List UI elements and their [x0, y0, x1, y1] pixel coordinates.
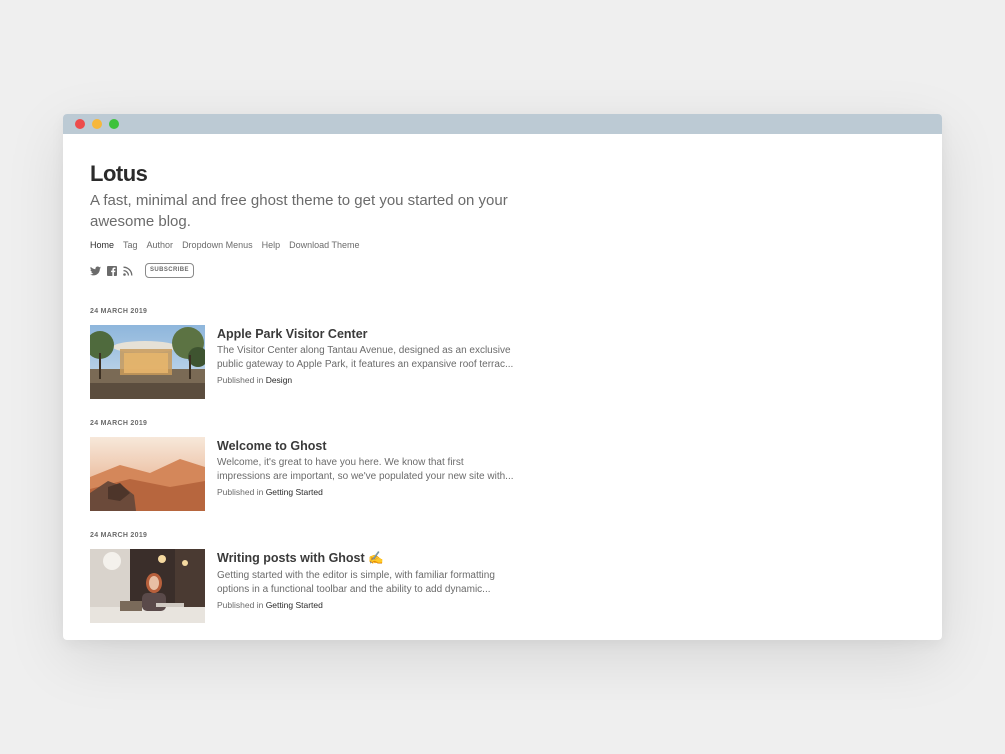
post-meta: Published in Design	[217, 375, 517, 385]
post-tag-link[interactable]: Getting Started	[266, 600, 323, 610]
facebook-icon[interactable]	[107, 265, 117, 276]
post-excerpt: Getting started with the editor is simpl…	[217, 570, 495, 595]
nav-item-author[interactable]: Author	[147, 240, 174, 250]
minimize-window-button[interactable]	[92, 119, 102, 129]
desert-canyon-photo[interactable]	[90, 437, 205, 511]
nav-item-dropdown-menus[interactable]: Dropdown Menus	[182, 240, 253, 250]
site-description: A fast, minimal and free ghost theme to …	[90, 192, 508, 230]
nav-item-help[interactable]: Help	[262, 240, 281, 250]
post-excerpt: Welcome, it's great to have you here. We…	[217, 457, 514, 482]
post-meta: Published in Getting Started	[217, 600, 517, 610]
maximize-window-button[interactable]	[109, 119, 119, 129]
browser-window: Lotus A fast, minimal and free ghost the…	[63, 114, 942, 640]
post-date: 24 MARCH 2019	[90, 532, 148, 539]
post-tag-link[interactable]: Getting Started	[266, 487, 323, 497]
rss-icon[interactable]	[123, 266, 133, 276]
post-body: Writing posts with Ghost ✍️ Getting star…	[217, 549, 517, 610]
post-excerpt: The Visitor Center along Tantau Avenue, …	[217, 345, 514, 370]
post-date: 24 MARCH 2019	[90, 308, 148, 315]
post-body: Apple Park Visitor Center The Visitor Ce…	[217, 325, 517, 385]
post-title[interactable]: Writing posts with Ghost ✍️	[217, 551, 517, 566]
published-in-label: Published in	[217, 487, 264, 497]
published-in-label: Published in	[217, 600, 264, 610]
post-body: Welcome to Ghost Welcome, it's great to …	[217, 437, 517, 497]
published-in-label: Published in	[217, 375, 264, 385]
post-title[interactable]: Apple Park Visitor Center	[217, 327, 517, 341]
woman-laptop-photo[interactable]	[90, 549, 205, 623]
post-title[interactable]: Welcome to Ghost	[217, 439, 517, 453]
main-nav: Home Tag Author Dropdown Menus Help Down…	[90, 240, 360, 250]
nav-item-tag[interactable]: Tag	[123, 240, 138, 250]
post-date: 24 MARCH 2019	[90, 420, 148, 427]
post-tag-link[interactable]: Design	[266, 375, 292, 385]
nav-item-home[interactable]: Home	[90, 240, 114, 250]
twitter-icon[interactable]	[90, 265, 101, 276]
close-window-button[interactable]	[75, 119, 85, 129]
subscribe-button[interactable]: SUBSCRIBE	[145, 263, 194, 278]
post-meta: Published in Getting Started	[217, 487, 517, 497]
site-title[interactable]: Lotus	[90, 161, 148, 187]
apple-park-photo[interactable]	[90, 325, 205, 399]
social-links: SUBSCRIBE	[90, 263, 194, 278]
window-titlebar	[63, 114, 942, 134]
nav-item-download-theme[interactable]: Download Theme	[289, 240, 359, 250]
